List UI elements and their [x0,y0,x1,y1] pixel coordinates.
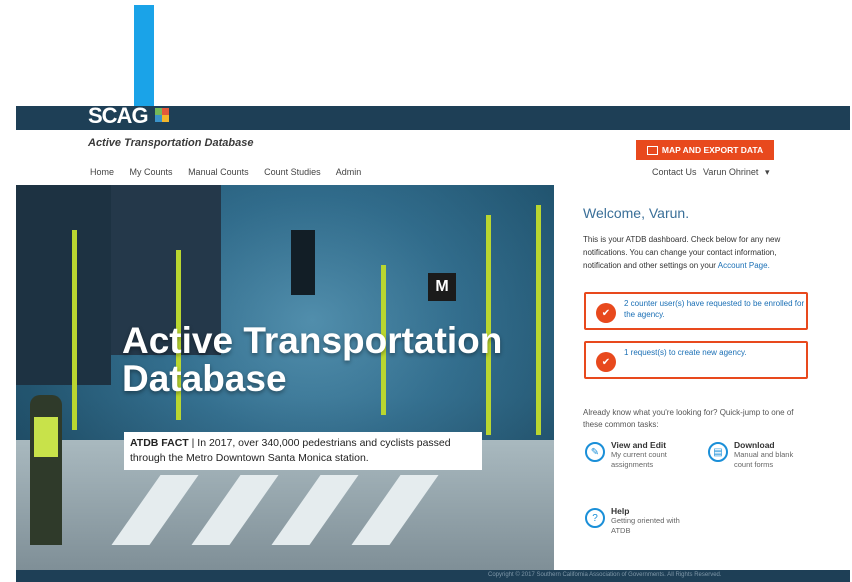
nav-item-count-studies[interactable]: Count Studies [264,167,321,177]
task-desc: Manual and blank count forms [734,450,794,469]
task-view-edit[interactable]: ✎ View and Edit My current count assignm… [585,440,695,470]
user-menu[interactable]: Varun Ohrinet ▾ [703,167,773,177]
account-page-link[interactable]: Account Page. [718,261,770,270]
metro-sign: M [428,273,456,301]
welcome-heading: Welcome, Varun. [583,205,690,221]
task-title: Help [611,506,630,516]
logo-text[interactable]: SCAG [88,103,149,129]
task-download[interactable]: ▤ Download Manual and blank count forms [708,440,808,470]
footer-bar: Copyright © 2017 Southern California Ass… [16,570,850,582]
hero-title-line1: Active Transportation [122,320,503,361]
user-name: Varun Ohrinet [703,167,759,177]
quick-jump-text: Already know what you're looking for? Qu… [583,408,794,429]
hero-title-line2: Database [122,358,287,399]
atdb-fact-box: ATDB FACT | In 2017, over 340,000 pedest… [124,432,482,470]
user-nav: Contact Us Varun Ohrinet ▾ [652,167,777,178]
building-shape [16,185,111,385]
caret-down-icon: ▾ [764,167,770,177]
nav-item-manual-counts[interactable]: Manual Counts [188,167,249,177]
dashboard-intro: This is your ATDB dashboard. Check below… [583,233,815,272]
document-icon: ▤ [708,442,728,462]
officer-figure [30,395,62,545]
task-help[interactable]: ? Help Getting oriented with ATDB [585,506,695,536]
check-icon: ✔ [596,303,616,323]
fact-label: ATDB FACT [130,437,189,449]
check-icon: ✔ [596,352,616,372]
pencil-icon: ✎ [585,442,605,462]
notification-card[interactable]: ✔ 1 request(s) to create new agency. [584,341,808,379]
map-icon [646,145,658,155]
notification-text: 1 request(s) to create new agency. [624,348,747,357]
site-subtitle: Active Transportation Database [88,137,254,149]
pole-shape [536,205,541,435]
notification-text: 2 counter user(s) have requested to be e… [624,299,805,319]
contact-us-link[interactable]: Contact Us [652,167,697,177]
notification-card[interactable]: ✔ 2 counter user(s) have requested to be… [584,292,808,330]
nav-item-admin[interactable]: Admin [336,167,362,177]
pole-shape [72,230,77,430]
map-export-label: MAP AND EXPORT DATA [661,145,764,155]
logo-mark-icon [155,108,169,122]
main-nav: Home My Counts Manual Counts Count Studi… [90,167,374,177]
nav-item-home[interactable]: Home [90,167,114,177]
help-icon: ? [585,508,605,528]
map-export-button[interactable]: MAP AND EXPORT DATA [636,140,774,160]
traffic-signal-shape [291,230,315,295]
copyright-text: Copyright © 2017 Southern California Ass… [488,572,722,578]
safety-vest-shape [34,417,58,457]
task-desc: My current count assignments [611,450,667,469]
task-desc: Getting oriented with ATDB [611,516,680,535]
task-title: Download [734,440,775,450]
hero-title: Active Transportation Database [122,322,502,398]
task-title: View and Edit [611,440,667,450]
nav-item-my-counts[interactable]: My Counts [130,167,173,177]
